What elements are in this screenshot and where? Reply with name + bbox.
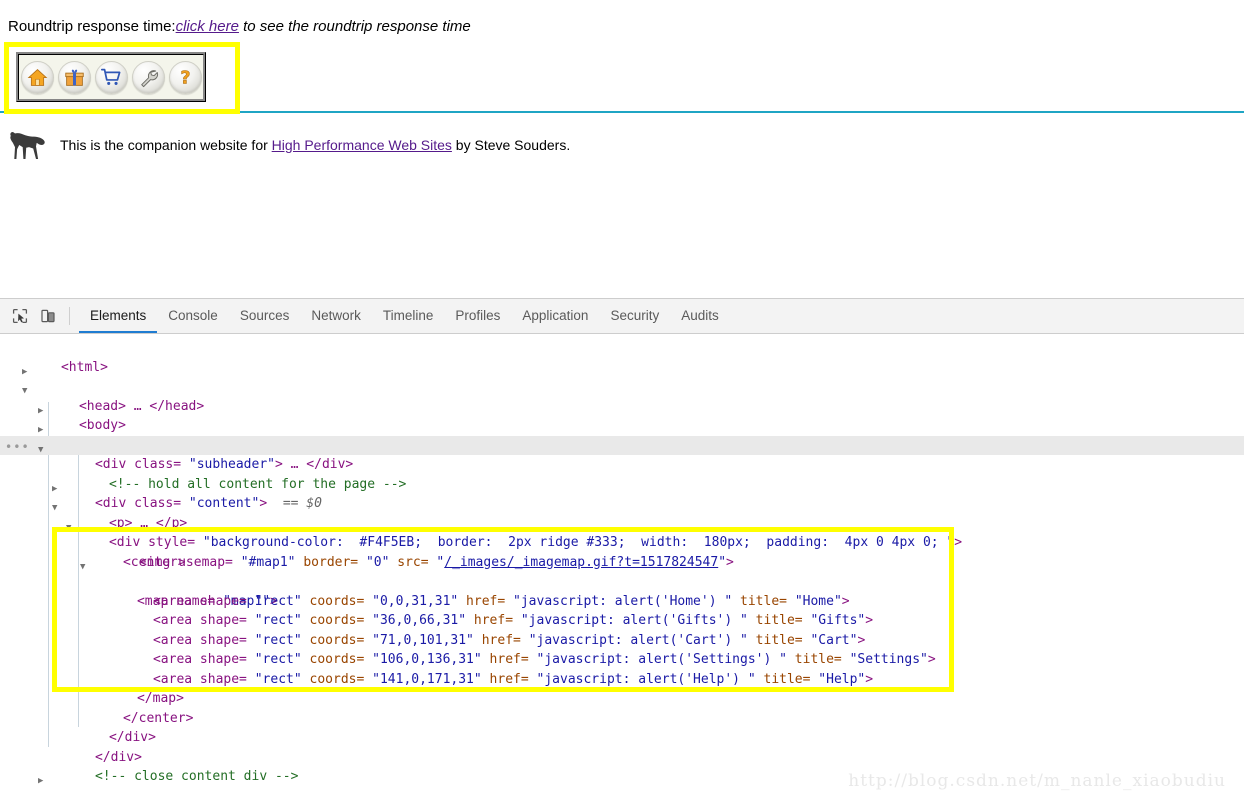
dom-row-map-close[interactable]: </map> bbox=[0, 670, 1244, 706]
watermark: http://blog.csdn.net/m_nanle_xiaobudiu bbox=[848, 771, 1226, 791]
tab-security[interactable]: Security bbox=[599, 299, 670, 333]
rendered-page: Roundtrip response time:click here to se… bbox=[0, 0, 1244, 298]
device-toolbar-button[interactable] bbox=[34, 299, 62, 333]
greyhound-logo-icon bbox=[10, 132, 45, 159]
dom-tree[interactable]: <html> ▶ <head> … </head> ▼ <body> ▶ <di… bbox=[0, 334, 1244, 797]
dom-row-center-close[interactable]: </center> bbox=[0, 689, 1244, 726]
tab-application[interactable]: Application bbox=[511, 299, 599, 333]
dom-row-div-style[interactable]: ▼ <div style= "background-color: #F4F5EB… bbox=[0, 494, 1244, 550]
companion-text: This is the companion website for High P… bbox=[60, 137, 570, 153]
inspect-element-button[interactable] bbox=[6, 299, 34, 333]
dom-row-area-gifts[interactable]: <area shape= "rect" coords= "36,0,66,31"… bbox=[0, 592, 1244, 628]
tab-timeline[interactable]: Timeline bbox=[372, 299, 445, 333]
dom-row-div-subheader[interactable]: ▶ <div class= "subheader"> … </div> bbox=[0, 416, 1244, 472]
book-link[interactable]: High Performance Web Sites bbox=[272, 137, 452, 153]
dom-row-body[interactable]: ▼ <body> bbox=[0, 377, 1244, 433]
dom-row-p[interactable]: ▶ <p> … </p> bbox=[0, 475, 1244, 531]
dom-row-area-home[interactable]: <area shape= "rect" coords= "0,0,31,31" … bbox=[0, 572, 1244, 609]
dom-row-comment-hold[interactable]: <!-- hold all content for the page --> bbox=[0, 455, 1244, 492]
toolbar-separator bbox=[69, 307, 70, 325]
tab-audits[interactable]: Audits bbox=[670, 299, 730, 333]
dom-row-div-close-1[interactable]: </div> bbox=[0, 709, 1244, 745]
click-here-link[interactable]: click here bbox=[176, 18, 239, 35]
tab-sources[interactable]: Sources bbox=[229, 299, 301, 333]
dom-row-center-open[interactable]: ▼ <center> bbox=[0, 514, 1244, 570]
tab-network[interactable]: Network bbox=[300, 299, 372, 333]
dom-row-area-help[interactable]: <area shape= "rect" coords= "141,0,171,3… bbox=[0, 650, 1244, 687]
annotation-box-toolbar bbox=[4, 42, 240, 114]
dom-row-div-content-selected[interactable]: ••• ▼ <div class= "content"> == $0 bbox=[0, 435, 1244, 511]
dom-row-comment-close[interactable]: <!-- close content div --> bbox=[0, 748, 1244, 784]
roundtrip-tail: to see the roundtrip response time bbox=[238, 18, 471, 35]
devtools-panel: Elements Console Sources Network Timelin… bbox=[0, 298, 1244, 797]
tab-console[interactable]: Console bbox=[157, 299, 229, 333]
companion-line: This is the companion website for High P… bbox=[8, 128, 570, 162]
dom-row-html[interactable]: <html> bbox=[0, 338, 1244, 375]
devtools-toolbar: Elements Console Sources Network Timelin… bbox=[0, 299, 1244, 334]
dom-row-head[interactable]: ▶ <head> … </head> bbox=[0, 358, 1244, 414]
dom-row-div-header[interactable]: ▶ <div class= "header"> … </div> bbox=[0, 397, 1244, 453]
devtools-tabs: Elements Console Sources Network Timelin… bbox=[79, 299, 730, 333]
dom-row-map[interactable]: ▼ <map name= "map1"> bbox=[0, 553, 1244, 609]
tab-elements[interactable]: Elements bbox=[79, 299, 158, 333]
dom-row-area-cart[interactable]: <area shape= "rect" coords= "71,0,101,31… bbox=[0, 611, 1244, 648]
companion-suffix: by Steve Souders. bbox=[451, 137, 571, 153]
companion-prefix: This is the companion website for bbox=[60, 137, 272, 153]
tab-profiles[interactable]: Profiles bbox=[444, 299, 511, 333]
dom-row-area-settings[interactable]: <area shape= "rect" coords= "106,0,136,3… bbox=[0, 631, 1244, 667]
dom-row-div-close-2[interactable]: </div> bbox=[0, 728, 1244, 765]
roundtrip-label: Roundtrip response time: bbox=[8, 18, 176, 35]
roundtrip-line: Roundtrip response time:click here to se… bbox=[8, 18, 471, 35]
dom-row-img[interactable]: <img usemap= "#map1" border= "0" src= "/… bbox=[0, 533, 1244, 570]
